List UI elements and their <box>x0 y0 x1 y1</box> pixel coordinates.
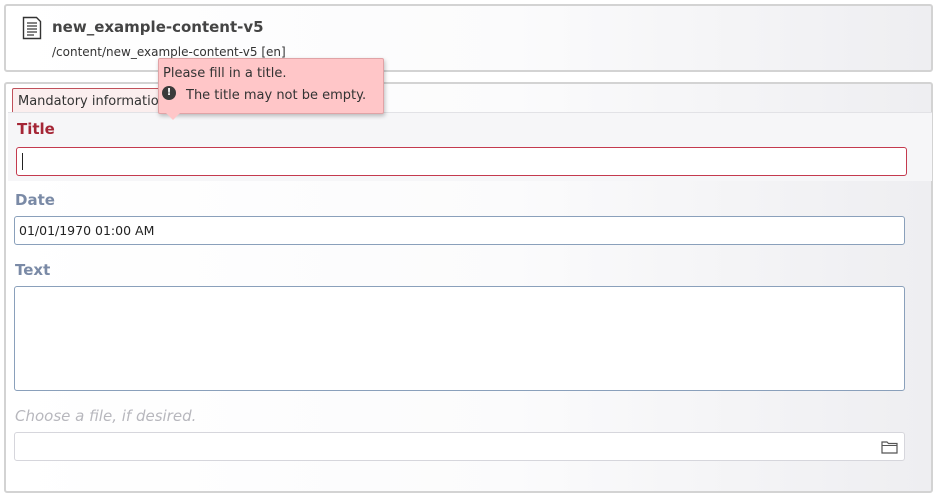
text-area[interactable] <box>14 286 905 391</box>
tab-mandatory-information[interactable]: Mandatory information <box>12 88 182 112</box>
text-label: Text <box>15 261 51 279</box>
tooltip-heading: Please fill in a title. <box>163 66 287 81</box>
folder-icon[interactable] <box>881 439 898 458</box>
content-path: /content/new_example-content-v5 [en] <box>52 45 286 59</box>
date-label: Date <box>15 191 55 209</box>
title-input[interactable] <box>16 147 907 176</box>
file-input[interactable] <box>14 432 905 461</box>
tooltip-message: The title may not be empty. <box>186 88 367 103</box>
date-input[interactable]: 01/01/1970 01:00 AM <box>14 216 905 245</box>
content-form-panel: Mandatory information Title Date 01/01/1… <box>4 82 933 493</box>
date-value: 01/01/1970 01:00 AM <box>19 223 155 238</box>
text-cursor <box>22 153 23 170</box>
content-title: new_example-content-v5 <box>52 18 264 36</box>
file-label: Choose a file, if desired. <box>15 407 197 425</box>
title-field-section: Title <box>8 112 932 181</box>
validation-tooltip: Please fill in a title. ! The title may … <box>158 58 384 120</box>
exclamation-icon: ! <box>162 86 176 100</box>
document-icon <box>22 16 42 44</box>
content-header-panel: new_example-content-v5 /content/new_exam… <box>4 4 933 72</box>
title-label: Title <box>17 120 55 138</box>
